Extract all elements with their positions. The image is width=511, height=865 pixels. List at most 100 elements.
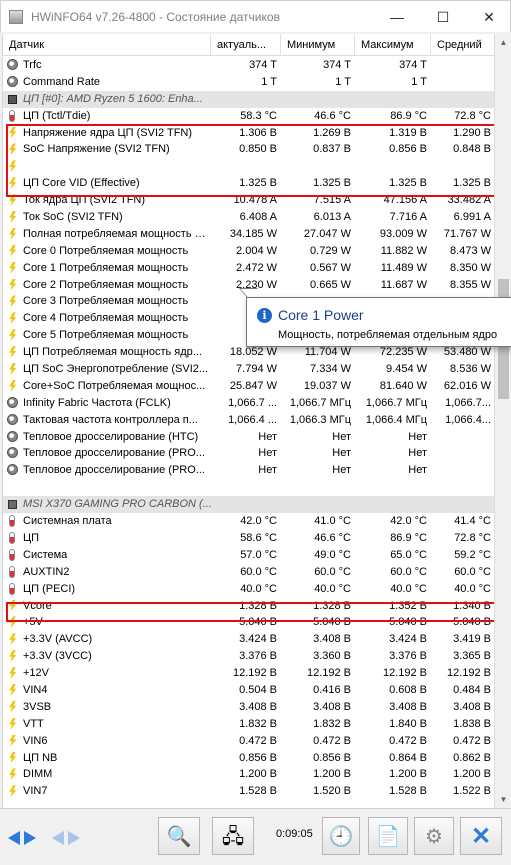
voltage-bolt-icon bbox=[9, 700, 17, 713]
tooltip-title: Core 1 Power bbox=[278, 307, 364, 323]
min-value: Нет bbox=[332, 464, 351, 477]
min-value: Нет bbox=[332, 430, 351, 443]
table-row[interactable]: Система 57.0 °C 49.0 °C 65.0 °C 59.2 °C bbox=[3, 547, 494, 564]
avg-value: 59.2 °C bbox=[454, 548, 491, 561]
table-row[interactable]: +3.3V (AVCC) 3.424 В 3.408 В 3.424 В 3.419 В bbox=[3, 631, 494, 648]
maximize-button[interactable]: ☐ bbox=[420, 1, 466, 33]
voltage-bolt-icon bbox=[9, 683, 17, 696]
table-row[interactable]: VIN6 0.472 В 0.472 В 0.472 В 0.472 В bbox=[3, 733, 494, 750]
min-value: 374 T bbox=[323, 59, 351, 71]
table-row[interactable]: Infinity Fabric Частота (FCLK) 1,066.7 ..… bbox=[3, 395, 494, 412]
table-row[interactable]: ЦП 58.6 °C 46.6 °C 86.9 °C 72.8 °C bbox=[3, 530, 494, 547]
report-button[interactable]: 🔍 bbox=[158, 817, 200, 855]
table-row[interactable]: +3.3V (3VCC) 3.376 В 3.360 В 3.376 В 3.365 В bbox=[3, 648, 494, 665]
max-value: Нет bbox=[408, 430, 427, 443]
minimize-button[interactable]: — bbox=[374, 1, 420, 33]
table-row[interactable]: 3VSB 3.408 В 3.408 В 3.408 В 3.408 В bbox=[3, 699, 494, 716]
sensor-name: Ток SoC (SVI2 TFN) bbox=[23, 211, 123, 224]
thermometer-icon bbox=[9, 565, 15, 578]
arrow-left-disabled-icon bbox=[52, 831, 64, 845]
table-row[interactable]: Тепловое дросселирование (PRO... Нет Нет Не… bbox=[3, 445, 494, 462]
column-header-sensor[interactable]: Датчик bbox=[3, 34, 211, 56]
current-value: 1.200 В bbox=[239, 768, 277, 781]
navigate-arrows-button[interactable] bbox=[4, 817, 44, 855]
table-row[interactable]: +5V 5.040 В 5.040 В 5.040 В 5.040 В bbox=[3, 614, 494, 631]
sensor-name: ЦП bbox=[23, 531, 40, 544]
current-value: 1.328 В bbox=[239, 599, 277, 612]
sensor-name: Command Rate bbox=[23, 75, 101, 88]
close-button[interactable]: ✕ bbox=[466, 1, 511, 33]
sensor-table: Датчик актуаль... Минимум Максимум Средн… bbox=[2, 34, 494, 808]
table-row[interactable]: ЦП Core VID (Effective) 1.325 В 1.325 В 1.3… bbox=[3, 175, 494, 192]
app-icon bbox=[9, 10, 23, 24]
table-row[interactable]: VIN4 0.504 В 0.416 В 0.608 В 0.484 В bbox=[3, 682, 494, 699]
group-header-row[interactable]: MSI X370 GAMING PRO CARBON (... bbox=[3, 496, 494, 514]
avg-value: 12.192 В bbox=[446, 667, 491, 680]
table-row[interactable]: AUXTIN2 60.0 °C 60.0 °C 60.0 °C 60.0 °C bbox=[3, 564, 494, 581]
sensor-status-icon bbox=[7, 396, 18, 408]
scroll-down-arrow-icon[interactable]: ▼ bbox=[495, 791, 511, 808]
sensor-name: VIN4 bbox=[23, 683, 48, 696]
table-row[interactable]: ЦП (PECI) 40.0 °C 40.0 °C 40.0 °C 40.0 °C bbox=[3, 581, 494, 598]
column-header-min[interactable]: Минимум bbox=[281, 34, 355, 56]
table-row[interactable]: Core 0 Потребляемая мощность 2.004 W 0.729… bbox=[3, 243, 494, 260]
sensor-name: Полная потребляемая мощность ЦП bbox=[23, 227, 209, 240]
min-value: 0.472 В bbox=[313, 734, 351, 747]
min-value: 41.0 °C bbox=[314, 515, 351, 528]
avg-value: 8.536 W bbox=[450, 363, 491, 376]
table-row[interactable]: Command Rate 1 T 1 T 1 T bbox=[3, 74, 494, 91]
table-row[interactable]: SoC Напряжение (SVI2 TFN) 0.850 В 0.837 В 0… bbox=[3, 141, 494, 158]
table-row[interactable]: Полная потребляемая мощность ЦП 34.185 W 2… bbox=[3, 226, 494, 243]
table-row[interactable]: Тепловое дросселирование (HTC) Нет Нет Нет bbox=[3, 429, 494, 446]
sensor-status-icon bbox=[7, 430, 18, 442]
table-row[interactable]: Напряжение ядра ЦП (SVI2 TFN) 1.306 В 1.26… bbox=[3, 125, 494, 142]
current-value: Нет bbox=[258, 447, 277, 460]
table-row[interactable]: VTT 1.832 В 1.832 В 1.840 В 1.838 В bbox=[3, 716, 494, 733]
current-value: 6.408 A bbox=[239, 211, 277, 224]
table-row[interactable] bbox=[3, 158, 494, 175]
column-header-current[interactable]: актуаль... bbox=[211, 34, 281, 56]
scroll-up-arrow-icon[interactable]: ▲ bbox=[495, 34, 511, 51]
table-row[interactable]: Vcore 1.328 В 1.328 В 1.352 В 1.340 В bbox=[3, 598, 494, 615]
group-header-row[interactable]: ЦП [#0]: AMD Ryzen 5 1600: Enha... bbox=[3, 90, 494, 108]
vertical-scrollbar[interactable]: ▲ ▼ bbox=[494, 34, 511, 808]
table-row[interactable]: ЦП SoC Энергопотребление (SVI2... 7.794 W… bbox=[3, 361, 494, 378]
table-row[interactable]: Тактовая частота контроллера п... 1,066.4… bbox=[3, 412, 494, 429]
table-row[interactable]: Системная плата 42.0 °C 41.0 °C 42.0 °C 41.4… bbox=[3, 513, 494, 530]
table-row[interactable]: Core+SoC Потребляемая мощнос... 25.847 W 1… bbox=[3, 378, 494, 395]
reset-timer-button[interactable]: 🕘 bbox=[322, 817, 360, 855]
thermometer-icon bbox=[9, 109, 15, 122]
table-row[interactable]: Core 1 Потребляемая мощность 2.472 W 0.567… bbox=[3, 260, 494, 277]
table-row[interactable]: DIMM 1.200 В 1.200 В 1.200 В 1.200 В bbox=[3, 766, 494, 783]
navigate-arrows-disabled-button[interactable] bbox=[48, 817, 88, 855]
table-row[interactable]: ЦП (Tctl/Tdie) 58.3 °C 46.6 °C 86.9 °C 72.8 … bbox=[3, 108, 494, 125]
table-row[interactable]: Ток SoC (SVI2 TFN) 6.408 A 6.013 A 7.716 A 6… bbox=[3, 209, 494, 226]
table-row[interactable]: Trfc 374 T 374 T 374 T bbox=[3, 57, 494, 74]
info-icon: i bbox=[257, 308, 272, 323]
sensor-name: Core 4 Потребляемая мощность bbox=[23, 312, 189, 325]
max-value: 1.840 В bbox=[389, 717, 427, 730]
max-value: 1.528 В bbox=[389, 785, 427, 798]
table-row[interactable]: ЦП NB 0.856 В 0.856 В 0.864 В 0.862 В bbox=[3, 750, 494, 767]
sensor-name: +5V bbox=[23, 616, 43, 629]
settings-button[interactable]: ⚙ bbox=[414, 817, 454, 855]
logging-button[interactable]: 📄 bbox=[368, 817, 408, 855]
current-value: 0.472 В bbox=[239, 734, 277, 747]
column-header-avg[interactable]: Средний bbox=[431, 34, 494, 56]
table-row[interactable]: +12V 12.192 В 12.192 В 12.192 В 12.192 В bbox=[3, 665, 494, 682]
min-value: 1.328 В bbox=[313, 599, 351, 612]
close-sensors-button[interactable]: ✕ bbox=[460, 817, 502, 855]
table-row[interactable]: Тепловое дросселирование (PRO... Нет Нет Не… bbox=[3, 462, 494, 479]
table-row[interactable]: Ток ядра ЦП (SVI2 TFN) 10.478 A 7.515 A 47.… bbox=[3, 192, 494, 209]
column-header-max[interactable]: Максимум bbox=[355, 34, 431, 56]
network-button[interactable]: 🖧 bbox=[212, 817, 254, 855]
avg-value: 1,066.7... bbox=[445, 396, 491, 409]
max-value: 3.376 В bbox=[389, 650, 427, 663]
max-value: 1,066.7 МГц bbox=[365, 396, 427, 409]
sensor-name: Vcore bbox=[23, 599, 52, 612]
min-value: 19.037 W bbox=[303, 379, 351, 392]
avg-value: 8.355 W bbox=[450, 278, 491, 291]
max-value: 1,066.4 МГц bbox=[365, 413, 427, 426]
table-row[interactable]: VIN7 1.528 В 1.520 В 1.528 В 1.522 В bbox=[3, 783, 494, 800]
avg-value: 62.016 W bbox=[443, 379, 491, 392]
